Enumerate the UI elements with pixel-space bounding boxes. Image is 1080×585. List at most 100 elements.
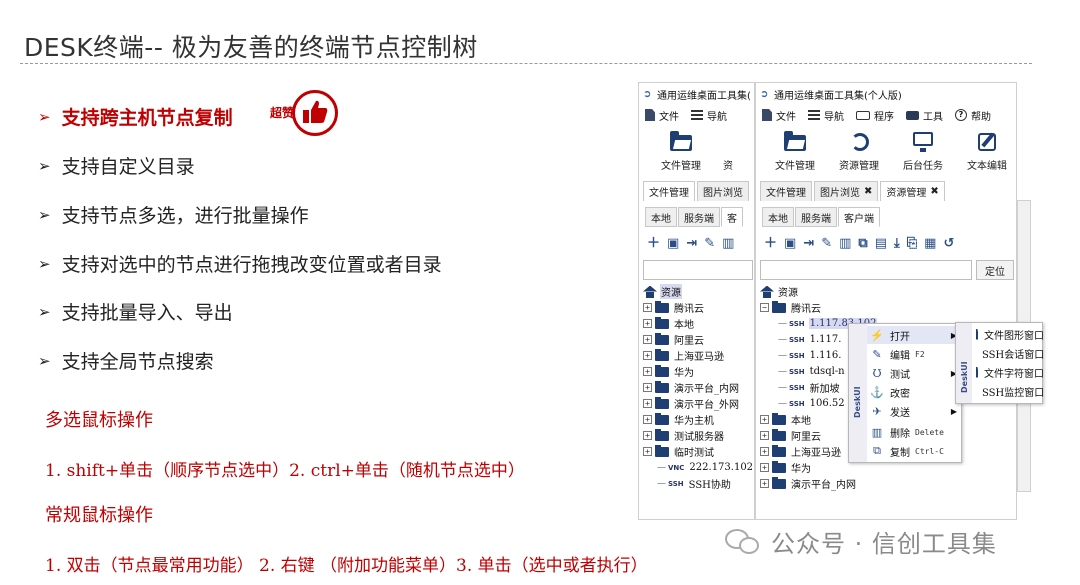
tree-folder[interactable]: + 测试服务器	[643, 428, 725, 443]
menu-navigation[interactable]: 导航	[808, 108, 844, 123]
add-folder-icon[interactable]: ▣	[784, 237, 796, 251]
search-input[interactable]	[760, 260, 972, 280]
ctx-item-test[interactable]: Ʊ 测试 ▶	[867, 364, 963, 382]
tree-folder[interactable]: + 演示平台_外网	[643, 396, 740, 411]
ribbon-resource-manager[interactable]: 资源管理	[827, 127, 891, 177]
menu-programs[interactable]: 程序	[856, 108, 894, 123]
ribbon-file-manager[interactable]: 文件管理	[763, 127, 827, 177]
tree-connection[interactable]: — SSH 106.52	[778, 396, 846, 411]
tree-folder[interactable]: + 演示平台_内网	[643, 380, 740, 395]
expand-icon[interactable]: +	[643, 383, 652, 392]
expand-icon[interactable]: +	[643, 303, 652, 312]
edit-icon[interactable]: ✎	[704, 237, 715, 251]
tab-image-browser[interactable]: 图片浏览 ✖	[814, 181, 879, 201]
menu-tools[interactable]: 工具	[906, 108, 943, 123]
close-icon[interactable]: ✖	[930, 186, 938, 197]
tree-connection[interactable]: — SSH 新加坡	[778, 380, 841, 396]
tree-connection[interactable]: — VNC 222.173.102.	[657, 460, 754, 475]
expand-icon[interactable]: +	[643, 447, 652, 456]
tree-folder[interactable]: + 华为主机	[643, 412, 715, 427]
tree-folder[interactable]: + 演示平台_内网	[760, 476, 857, 491]
ribbon-text-editor[interactable]: 文本编辑	[955, 127, 1016, 177]
tree-root[interactable]: 资源	[760, 284, 799, 299]
ctx-item-open[interactable]: ⚡ 打开 ▶	[867, 326, 963, 344]
menu-file[interactable]: 文件	[645, 108, 679, 123]
tree-folder[interactable]: − 腾讯云	[760, 300, 822, 315]
delete-icon[interactable]: ▥	[722, 237, 734, 251]
close-icon[interactable]: ✖	[864, 186, 872, 197]
ctx-item-edit[interactable]: ✎ 编辑 F2	[867, 345, 963, 363]
subtab-server[interactable]: 服务端	[795, 207, 837, 227]
import-icon[interactable]: ⇥	[686, 237, 697, 251]
ribbon-background-tasks[interactable]: 后台任务	[891, 127, 955, 177]
submenu-item-file-gui[interactable]: 文件图形窗口	[972, 325, 1044, 343]
tree-folder[interactable]: + 阿里云	[643, 332, 705, 347]
tab-file-manager[interactable]: 文件管理	[760, 181, 812, 201]
locate-button[interactable]: 定位	[976, 260, 1014, 280]
expand-icon[interactable]: +	[760, 463, 769, 472]
collapse-icon[interactable]: −	[760, 303, 769, 312]
ribbon-resource-manager[interactable]: 资	[713, 127, 743, 177]
subtab-server[interactable]: 服务端	[678, 207, 720, 227]
expand-icon[interactable]: +	[760, 415, 769, 424]
tree-folder[interactable]: + 本地	[643, 316, 695, 331]
tree-folder[interactable]: + 华为	[760, 460, 812, 475]
ctx-item-delete[interactable]: ▥ 删除 Delete	[867, 423, 963, 441]
ctx-item-send[interactable]: ✈ 发送 ▶	[867, 402, 963, 420]
tab-resource-manager[interactable]: 资源管理 ✖	[880, 181, 945, 201]
subtab-local[interactable]: 本地	[762, 207, 794, 227]
export-icon[interactable]: ⎘	[907, 237, 917, 251]
tree-folder[interactable]: + 华为	[643, 364, 695, 379]
tree-folder[interactable]: + 本地	[760, 412, 812, 427]
search-input[interactable]	[643, 260, 753, 280]
edit-icon[interactable]: ✎	[821, 237, 832, 251]
tree-folder[interactable]: + 腾讯云	[643, 300, 705, 315]
expand-icon[interactable]: +	[643, 399, 652, 408]
expand-icon[interactable]: +	[643, 367, 652, 376]
tree-connection[interactable]: — SSH 1.116.	[778, 348, 842, 363]
tree-root[interactable]: 资源	[643, 284, 682, 299]
expand-icon[interactable]: +	[643, 431, 652, 440]
tree-folder[interactable]: + 临时测试	[643, 444, 715, 459]
tree-connection[interactable]: — SSH 1.117.	[778, 332, 842, 347]
menu-help[interactable]: ? 帮助	[955, 108, 991, 123]
submenu-item-ssh-monitor[interactable]: SSH监控窗口	[972, 382, 1044, 400]
expand-icon[interactable]: +	[643, 319, 652, 328]
ribbon-file-manager[interactable]: 文件管理	[649, 127, 713, 177]
protocol-badge: SSH	[789, 335, 805, 344]
tree-connection[interactable]: — SSH SSH协助	[657, 476, 732, 492]
menu-file[interactable]: 文件	[762, 108, 796, 123]
expand-icon[interactable]: +	[760, 431, 769, 440]
expand-icon[interactable]: +	[760, 447, 769, 456]
tab-file-manager[interactable]: 文件管理	[643, 181, 695, 201]
expand-icon[interactable]: +	[643, 415, 652, 424]
download-icon[interactable]: ⤓	[894, 237, 900, 251]
duplicate-icon[interactable]: ⧉	[858, 237, 867, 251]
tree-connection[interactable]: — SSH tdsql-n	[778, 364, 846, 379]
ctx-item-change-password[interactable]: ⚓ 改密	[867, 383, 963, 401]
tree-label: 1.116.	[809, 350, 842, 361]
import-icon[interactable]: ⇥	[803, 237, 814, 251]
subtab-client[interactable]: 客户端	[838, 207, 880, 227]
menu-navigation[interactable]: 导航	[691, 108, 727, 123]
tree-folder[interactable]: + 阿里云	[760, 428, 822, 443]
ctx-item-copy[interactable]: ⧉ 复制 Ctrl-C	[867, 442, 963, 460]
tab-image-browser[interactable]: 图片浏览	[697, 181, 749, 201]
submenu-item-file-text[interactable]: 文件字符窗口	[972, 363, 1044, 381]
save-icon[interactable]: ▦	[924, 237, 936, 251]
add-icon[interactable]: ＋	[647, 237, 660, 251]
tree-folder[interactable]: + 上海亚马逊	[643, 348, 725, 363]
submenu-item-ssh-session[interactable]: SSH会话窗口	[972, 344, 1044, 362]
add-icon[interactable]: ＋	[764, 237, 777, 251]
delete-icon[interactable]: ▥	[839, 237, 851, 251]
expand-icon[interactable]: +	[643, 351, 652, 360]
expand-icon[interactable]: +	[643, 335, 652, 344]
expand-icon[interactable]: +	[760, 479, 769, 488]
paste-icon[interactable]: ▤	[875, 237, 887, 251]
multi-select-heading: 多选鼠标操作	[45, 410, 153, 431]
add-folder-icon[interactable]: ▣	[667, 237, 679, 251]
undo-icon[interactable]: ↺	[943, 237, 954, 251]
subtab-local[interactable]: 本地	[645, 207, 677, 227]
subtab-client[interactable]: 客	[721, 207, 743, 227]
tree-folder[interactable]: + 上海亚马逊	[760, 444, 842, 459]
